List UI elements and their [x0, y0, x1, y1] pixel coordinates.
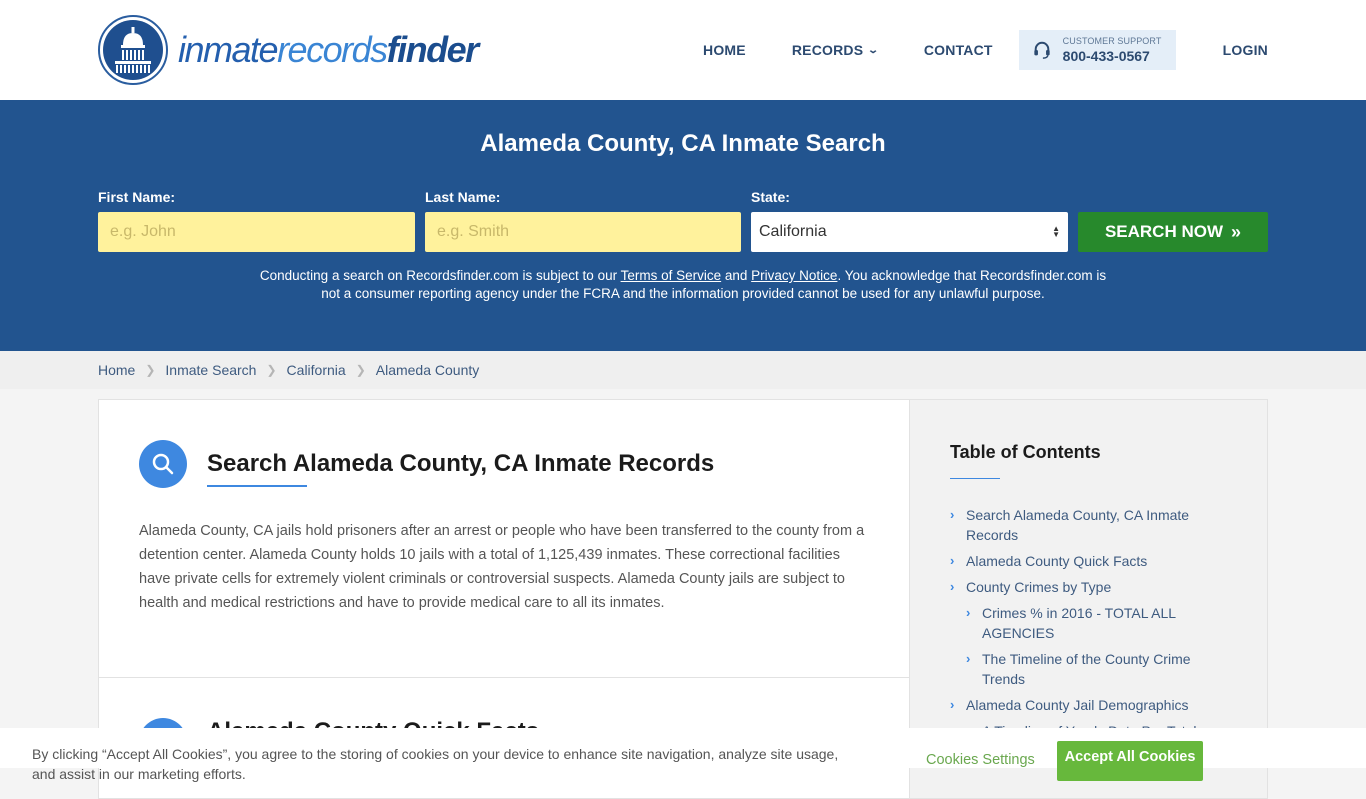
section-title: Search Alameda County, CA Inmate Records: [207, 450, 715, 477]
state-label: State:: [751, 189, 790, 205]
section-body: Alameda County, CA jails hold prisoners …: [139, 523, 865, 611]
first-name-group: First Name:: [98, 189, 415, 252]
main-nav: HOME RECORDS ⌄ CONTACT CUSTOMER SUPPORT …: [703, 30, 1268, 70]
chevron-right-icon: ❯: [266, 363, 277, 377]
accept-all-cookies-button[interactable]: Accept All Cookies: [1057, 741, 1203, 781]
toc-subitem[interactable]: › The Timeline of the County Crime Trends: [950, 649, 1230, 689]
state-select[interactable]: California ▲ ▼: [751, 212, 1068, 252]
search-now-label: SEARCH NOW: [1104, 222, 1224, 241]
last-name-group: Last Name:: [425, 189, 741, 252]
state-group: State: California ▲ ▼: [751, 189, 1068, 252]
toc-item[interactable]: › Search Alameda County, CA Inmate Record…: [950, 505, 1230, 545]
toc-link[interactable]: County Crimes by Type: [966, 577, 1111, 597]
privacy-notice-link[interactable]: Privacy Notice: [751, 268, 837, 283]
chevron-right-icon: ›: [966, 605, 971, 620]
last-name-input[interactable]: [425, 212, 741, 252]
customer-support-phone[interactable]: CUSTOMER SUPPORT 800-433-0567: [1018, 30, 1176, 70]
title-underline: [207, 485, 307, 487]
terms-of-service-link[interactable]: Terms of Service: [621, 268, 722, 283]
headset-icon: [1034, 41, 1050, 59]
nav-records[interactable]: RECORDS ⌄: [791, 42, 880, 58]
search-icon: [139, 440, 187, 488]
disclaimer-text: Conducting a search on Recordsfinder.com…: [259, 268, 621, 283]
double-chevron-right-icon: »: [1231, 221, 1242, 242]
cookie-consent-text: By clicking “Accept All Cookies”, you ag…: [32, 746, 839, 782]
last-name-label: Last Name:: [425, 189, 501, 205]
logo-wordmark: inmaterecordsfinder: [178, 29, 480, 71]
search-disclaimer: Conducting a search on Recordsfinder.com…: [250, 267, 1116, 303]
chevron-right-icon: ›: [950, 507, 955, 522]
toc-item[interactable]: › Alameda County Jail Demographics: [950, 695, 1230, 715]
toc-item[interactable]: › County Crimes by Type: [950, 577, 1230, 597]
chevron-right-icon: ›: [950, 553, 955, 568]
site-logo[interactable]: inmaterecordsfinder: [98, 15, 480, 85]
first-name-input[interactable]: [98, 212, 415, 252]
logo-word-finder: finder: [386, 29, 480, 70]
cookies-settings-button[interactable]: Cookies Settings: [926, 752, 1035, 768]
toc-underline: [950, 478, 1000, 479]
toc-subitem[interactable]: › Crimes % in 2016 - TOTAL ALL AGENCIES: [950, 603, 1230, 643]
nav-home[interactable]: HOME: [703, 42, 746, 58]
capitol-dome-icon: [98, 15, 168, 85]
breadcrumb-home[interactable]: Home: [98, 362, 135, 378]
toc-link[interactable]: Alameda County Jail Demographics: [966, 695, 1189, 715]
select-arrows-icon: ▲ ▼: [1052, 224, 1060, 239]
toc-title: Table of Contents: [950, 442, 1101, 462]
chevron-down-icon: ⌄: [867, 44, 880, 56]
page-title: Alameda County, CA Inmate Search: [480, 130, 886, 157]
first-name-label: First Name:: [98, 189, 176, 205]
toc-link[interactable]: Crimes % in 2016 - TOTAL ALL AGENCIES: [982, 603, 1230, 643]
chevron-right-icon: ❯: [355, 363, 366, 377]
toc-link[interactable]: Search Alameda County, CA Inmate Records: [966, 505, 1230, 545]
chevron-right-icon: ›: [950, 579, 955, 594]
breadcrumb-california[interactable]: California: [287, 362, 346, 378]
chevron-right-icon: ›: [950, 697, 955, 712]
toc-item[interactable]: › Alameda County Quick Facts: [950, 551, 1230, 571]
logo-word-records: records: [277, 29, 388, 70]
nav-contact[interactable]: CONTACT: [924, 42, 993, 58]
toc-link[interactable]: Alameda County Quick Facts: [966, 551, 1147, 571]
cookie-banner: By clicking “Accept All Cookies”, you ag…: [0, 728, 1366, 782]
breadcrumb-inmate-search[interactable]: Inmate Search: [165, 362, 256, 378]
support-phone-number: 800-433-0567: [1062, 48, 1150, 64]
section-header: Search Alameda County, CA Inmate Records: [139, 440, 714, 488]
site-header: inmaterecordsfinder HOME RECORDS ⌄ CONTA…: [0, 0, 1366, 100]
nav-records-label: RECORDS: [791, 42, 864, 58]
nav-login[interactable]: LOGIN: [1223, 42, 1268, 58]
toc-list: › Search Alameda County, CA Inmate Record…: [950, 505, 1230, 747]
search-now-button[interactable]: SEARCH NOW »: [1078, 212, 1268, 252]
toc-link[interactable]: The Timeline of the County Crime Trends: [982, 649, 1230, 689]
disclaimer-text: and: [721, 268, 752, 283]
state-select-value: California: [759, 223, 827, 240]
support-label: CUSTOMER SUPPORT: [1062, 36, 1162, 46]
section-divider: [99, 677, 909, 678]
breadcrumb: Home ❯ Inmate Search ❯ California ❯ Alam…: [0, 351, 1366, 389]
search-hero: Alameda County, CA Inmate Search First N…: [0, 100, 1366, 351]
chevron-right-icon: ›: [966, 651, 971, 666]
chevron-right-icon: ❯: [145, 363, 156, 377]
breadcrumb-alameda-county[interactable]: Alameda County: [376, 362, 480, 378]
logo-word-inmate: inmate: [178, 29, 279, 70]
